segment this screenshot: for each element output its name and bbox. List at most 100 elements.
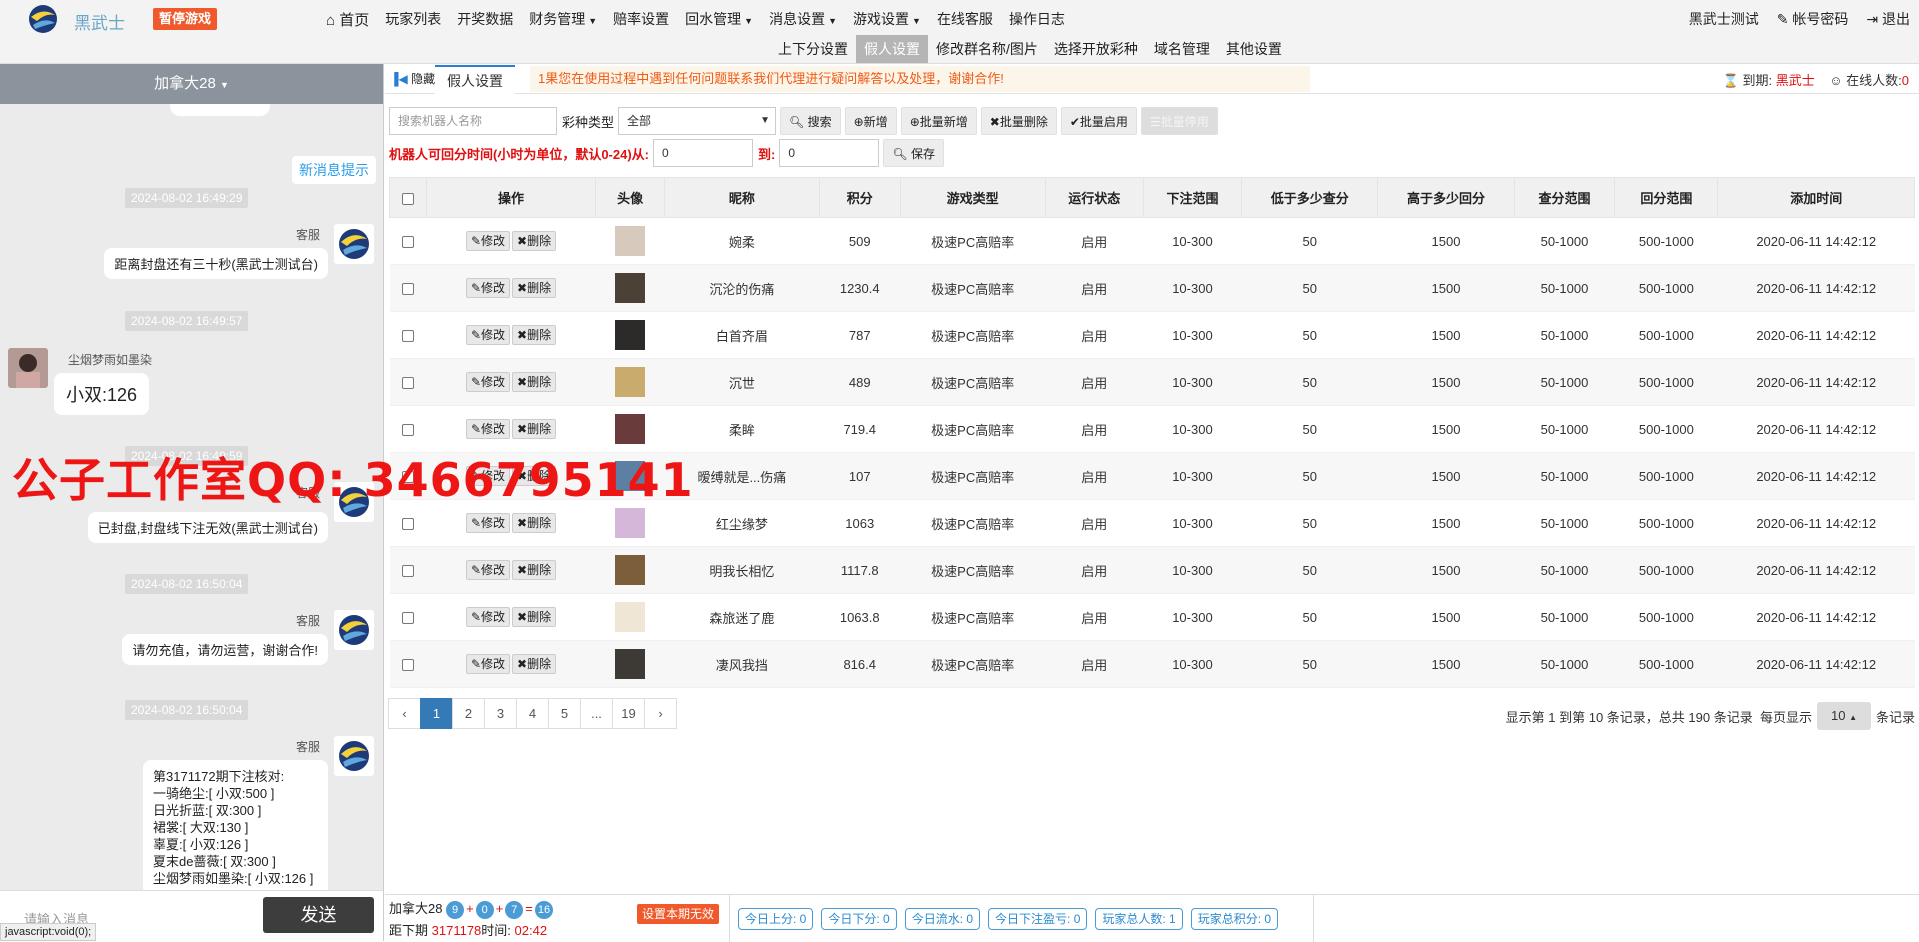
column-header[interactable]: 操作 xyxy=(425,177,597,218)
cell-game: 极速PC高赔率 xyxy=(900,546,1046,594)
column-header[interactable]: 回分范围 xyxy=(1614,177,1719,218)
row-checkbox[interactable] xyxy=(401,424,414,437)
nav-item-8[interactable]: 在线客服 xyxy=(929,9,1001,29)
cell-status: 启用 xyxy=(1045,499,1144,547)
nav-item-7[interactable]: 游戏设置 ▼ xyxy=(845,9,929,29)
nav-item-0[interactable]: ⌂ 首页 xyxy=(318,9,377,30)
cell-game: 极速PC高赔率 xyxy=(900,405,1046,453)
robot-name-search-input[interactable]: 搜索机器人名称 xyxy=(389,107,557,135)
edit-button[interactable]: ✎修改 xyxy=(465,560,511,580)
subnav-item-5[interactable]: 其他设置 xyxy=(1218,35,1290,63)
delete-button[interactable]: ✖删除 xyxy=(512,513,557,533)
page-button[interactable]: 3 xyxy=(484,698,517,729)
edit-button[interactable]: ✎修改 xyxy=(465,513,511,533)
select-all-cell xyxy=(389,177,427,218)
row-checkbox[interactable] xyxy=(401,518,414,531)
chat-room-selector[interactable]: 加拿大28 ▼ xyxy=(0,64,383,104)
current-user[interactable]: 黑武士测试 xyxy=(1680,9,1768,29)
subnav-item-2[interactable]: 修改群名称/图片 xyxy=(928,35,1046,63)
avatar-cell xyxy=(595,546,665,594)
page-button[interactable]: 4 xyxy=(516,698,549,729)
column-header[interactable]: 低于多少查分 xyxy=(1241,177,1379,218)
edit-button[interactable]: ✎修改 xyxy=(465,419,511,439)
delete-button[interactable]: ✖删除 xyxy=(512,278,557,298)
delete-button[interactable]: ✖删除 xyxy=(512,560,557,580)
delete-button[interactable]: ✖删除 xyxy=(512,372,557,392)
nav-item-5[interactable]: 回水管理 ▼ xyxy=(677,9,761,29)
edit-button[interactable]: ✎修改 xyxy=(465,231,511,251)
nav-item-label: 回水管理 xyxy=(685,11,742,27)
batch-disable-button[interactable]: ☰批量停用 xyxy=(1140,107,1218,135)
column-header[interactable]: 下注范围 xyxy=(1142,177,1243,218)
delete-button[interactable]: ✖删除 xyxy=(512,607,557,627)
nav-item-1[interactable]: 玩家列表 xyxy=(377,9,449,29)
browser-status-url: javascript:void(0); xyxy=(0,923,97,941)
lottery-type-select[interactable]: 全部 ▼ xyxy=(618,107,777,135)
stat-badge: 玩家总积分: 0 xyxy=(1190,907,1279,930)
subnav-item-3[interactable]: 选择开放彩种 xyxy=(1046,35,1146,63)
edit-button[interactable]: ✎修改 xyxy=(465,325,511,345)
tab-robot-settings[interactable]: 假人设置 xyxy=(435,65,515,95)
page-button[interactable]: ... xyxy=(580,698,613,729)
row-checkbox[interactable] xyxy=(401,236,414,249)
edit-button[interactable]: ✎修改 xyxy=(465,372,511,392)
page-button[interactable]: 2 xyxy=(452,698,485,729)
row-select-cell xyxy=(389,546,427,594)
row-checkbox[interactable] xyxy=(401,377,414,390)
page-button[interactable]: 5 xyxy=(548,698,581,729)
column-header[interactable]: 运行状态 xyxy=(1044,177,1144,218)
next-page-button[interactable]: › xyxy=(644,698,677,729)
nav-item-9[interactable]: 操作日志 xyxy=(1001,9,1073,29)
column-header[interactable]: 积分 xyxy=(818,177,901,218)
row-checkbox[interactable] xyxy=(401,283,414,296)
column-header[interactable]: 昵称 xyxy=(664,177,820,218)
nav-item-4[interactable]: 赔率设置 xyxy=(605,9,677,29)
column-header[interactable]: 游戏类型 xyxy=(899,177,1046,218)
page-button[interactable]: 1 xyxy=(420,698,453,729)
subnav-item-0[interactable]: 上下分设置 xyxy=(770,35,856,63)
edit-button[interactable]: ✎修改 xyxy=(465,607,511,627)
batch-delete-button[interactable]: ✖批量删除 xyxy=(980,107,1057,135)
send-button[interactable]: 发送 xyxy=(263,897,374,933)
search-button[interactable]: 🔍︎ 搜索 xyxy=(780,107,841,135)
logout-link[interactable]: ⇥ 退出 xyxy=(1857,9,1919,29)
table-row: ✎修改 ✖删除 明我长相忆 1117.8 极速PC高赔率 启用 10-300 50 1500 50… xyxy=(389,546,1915,594)
edit-button[interactable]: ✎修改 xyxy=(465,278,511,298)
subnav-item-1[interactable]: 假人设置 xyxy=(856,35,928,63)
delete-button[interactable]: ✖删除 xyxy=(512,419,557,439)
page-button[interactable]: 19 xyxy=(612,698,645,729)
batch-enable-button[interactable]: ✔批量启用 xyxy=(1060,107,1137,135)
hourglass-icon: ⌛ xyxy=(1722,73,1739,88)
range-to-input[interactable]: 0 xyxy=(779,139,880,167)
row-checkbox[interactable] xyxy=(401,612,414,625)
column-header[interactable]: 头像 xyxy=(595,177,666,218)
add-button[interactable]: ⊕新增 xyxy=(844,107,897,135)
nav-item-label: 在线客服 xyxy=(936,11,993,27)
search-label: 搜索 xyxy=(807,115,832,129)
change-password-link[interactable]: ✎ 帐号密码 xyxy=(1768,9,1858,29)
select-all-checkbox[interactable] xyxy=(401,192,414,205)
hide-sidebar-button[interactable]: ▐◀ 隐藏 xyxy=(390,70,435,87)
nav-item-2[interactable]: 开奖数据 xyxy=(449,9,521,29)
column-header[interactable]: 查分范围 xyxy=(1513,177,1616,218)
row-checkbox[interactable] xyxy=(401,565,414,578)
column-header[interactable]: 高于多少回分 xyxy=(1377,177,1515,218)
pause-game-button[interactable]: 暂停游戏 xyxy=(153,8,218,30)
edit-button[interactable]: ✎修改 xyxy=(465,654,511,674)
invalidate-period-button[interactable]: 设置本期无效 xyxy=(637,904,720,924)
nav-item-3[interactable]: 财务管理 ▼ xyxy=(521,9,605,29)
delete-button[interactable]: ✖删除 xyxy=(512,325,557,345)
row-checkbox[interactable] xyxy=(401,659,414,672)
prev-page-button[interactable]: ‹ xyxy=(388,698,421,729)
range-from-input[interactable]: 0 xyxy=(653,139,754,167)
row-checkbox[interactable] xyxy=(401,330,414,343)
batch-add-button[interactable]: ⊕批量新增 xyxy=(900,107,977,135)
save-button[interactable]: 🔍︎ 保存 xyxy=(883,139,944,167)
subnav-item-4[interactable]: 域名管理 xyxy=(1146,35,1218,63)
column-header[interactable]: 添加时间 xyxy=(1717,177,1915,218)
delete-button[interactable]: ✖删除 xyxy=(512,654,557,674)
page-size-select[interactable]: 10 ▲ xyxy=(1816,702,1871,730)
delete-button[interactable]: ✖删除 xyxy=(512,231,557,251)
new-message-indicator[interactable]: 新消息提示 xyxy=(292,156,376,184)
nav-item-6[interactable]: 消息设置 ▼ xyxy=(761,9,845,29)
